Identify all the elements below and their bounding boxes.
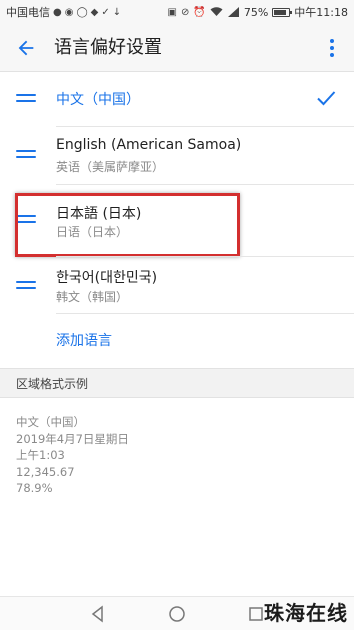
language-item-chinese[interactable]: 中文（中国） — [0, 72, 354, 126]
alarm-icon: ⏰ — [193, 6, 206, 18]
watermark: 珠海在线 — [264, 601, 348, 625]
language-item-korean[interactable]: 한국어(대한민국) 韩文（韩国） — [0, 257, 354, 313]
app-bar: 语言偏好设置 — [0, 24, 354, 72]
region-line: 12,345.67 — [16, 464, 75, 479]
page-title: 语言偏好设置 — [54, 37, 162, 58]
language-name: 中文（中国） — [56, 92, 140, 108]
mute-icon: ⊘ — [181, 6, 190, 18]
back-button[interactable] — [10, 32, 42, 64]
back-triangle-icon[interactable] — [88, 604, 108, 624]
region-line: 上午1:03 — [16, 448, 65, 462]
app-icon: ◆ — [90, 6, 99, 18]
battery-icon — [272, 7, 293, 17]
recents-square-icon[interactable] — [246, 604, 266, 624]
language-item-english[interactable]: English (American Samoa) 英语（美属萨摩亚） — [0, 127, 354, 183]
more-vert-icon — [330, 39, 334, 57]
divider — [56, 313, 354, 314]
region-format-examples: 中文（中国） 2019年4月7日星期日 上午1:03 12,345.67 78.… — [16, 414, 129, 497]
screen: 中国电信 ● ◉ ◯ ◆ ✓ ↓ ▣ ⊘ ⏰ 75% 中午11:18 语言偏好设… — [0, 0, 354, 630]
drag-handle-icon[interactable] — [16, 279, 36, 291]
drag-handle-icon[interactable] — [16, 92, 36, 104]
more-options-button[interactable] — [320, 32, 344, 64]
signal-icon: ✓ — [101, 6, 110, 18]
check-icon — [317, 91, 336, 106]
arrow-left-icon — [18, 40, 34, 56]
nfc-icon: ▣ — [167, 6, 177, 18]
browser-icon: ◯ — [76, 6, 88, 18]
qq-icon: ◉ — [64, 6, 74, 18]
battery-fill — [274, 9, 287, 15]
highlight-box — [15, 193, 240, 257]
download-icon: ↓ — [112, 6, 122, 18]
status-left: 中国电信 ● ◉ ◯ ◆ ✓ ↓ — [6, 0, 121, 24]
carrier-label: 中国电信 — [6, 6, 50, 19]
add-language-button[interactable]: 添加语言 — [56, 330, 112, 350]
status-bar: 中国电信 ● ◉ ◯ ◆ ✓ ↓ ▣ ⊘ ⏰ 75% 中午11:18 — [0, 0, 354, 24]
wifi-icon — [210, 7, 223, 16]
battery-percent: 75% — [243, 5, 269, 19]
chat-icon: ● — [53, 6, 62, 18]
language-name: English (American Samoa) — [56, 137, 242, 153]
status-right: ▣ ⊘ ⏰ 75% 中午11:18 — [168, 0, 348, 24]
region-line: 2019年4月7日星期日 — [16, 431, 129, 446]
language-name: 한국어(대한민국) — [56, 270, 158, 286]
region-line: 中文（中国） — [16, 415, 85, 429]
region-section-header: 区域格式示例 — [0, 368, 354, 398]
section-title: 区域格式示例 — [16, 377, 89, 391]
navigation-bar: 珠海在线 — [0, 596, 354, 630]
region-line: 78.9% — [16, 481, 53, 495]
home-circle-icon[interactable] — [167, 604, 187, 624]
language-subtitle: 韩文（韩国） — [56, 290, 129, 304]
signal-4g-icon — [227, 7, 239, 17]
status-time: 中午11:18 — [294, 6, 348, 19]
drag-handle-icon[interactable] — [16, 148, 36, 160]
language-subtitle: 英语（美属萨摩亚） — [56, 160, 165, 174]
